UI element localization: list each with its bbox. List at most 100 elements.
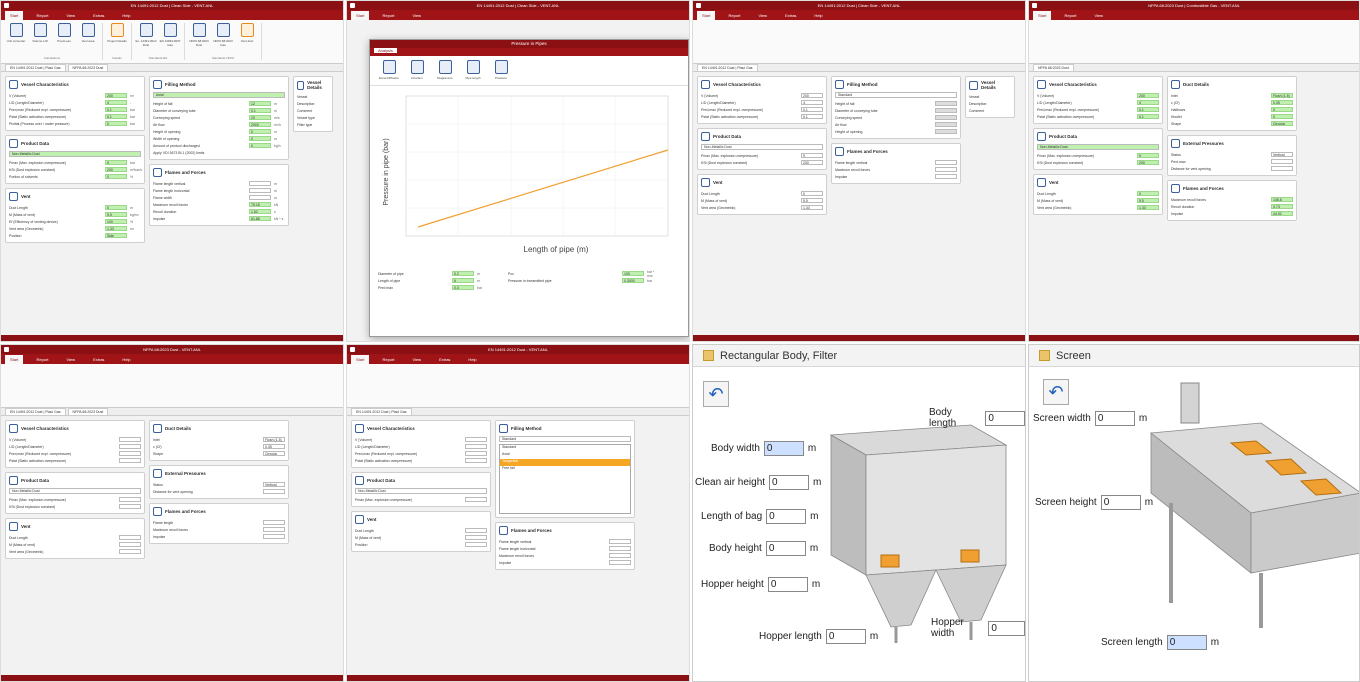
menu-view[interactable]: View	[1089, 11, 1108, 20]
screen-length-input[interactable]: 0	[1166, 635, 1207, 650]
duct-length-input[interactable]: 0	[801, 191, 823, 196]
mass-input[interactable]	[465, 535, 487, 540]
product-select[interactable]: Non-Metallic Dust	[9, 151, 141, 157]
hopper-length-input[interactable]: 0	[825, 629, 866, 644]
mass-input[interactable]: 5.5	[801, 198, 823, 203]
status-select[interactable]: Vertical	[263, 482, 285, 487]
fall-height-input[interactable]: 12	[249, 101, 271, 106]
kst-input[interactable]	[119, 504, 141, 509]
ld-input[interactable]: 4	[105, 100, 127, 105]
menu-start[interactable]: Start	[5, 355, 24, 364]
vent-area-button[interactable]: Vent area	[77, 23, 99, 43]
body-width-input[interactable]: 0	[763, 441, 804, 456]
product-select[interactable]: Non-Metallic Dust	[701, 144, 823, 150]
volume-input[interactable]	[119, 437, 141, 442]
tab-en14491[interactable]: EN 14491:2012 Dust | Plaul Gas	[697, 64, 758, 71]
filling-select[interactable]: Standard	[835, 92, 957, 98]
hopper-width-input[interactable]: 0	[988, 620, 1025, 636]
kbullet-input[interactable]: 0	[1271, 114, 1293, 119]
product-select[interactable]: Non-Metallic Dust	[1037, 144, 1159, 150]
air-flow-input[interactable]: 2000	[249, 122, 271, 127]
duct-length-input[interactable]	[119, 535, 141, 540]
tab-en14491[interactable]: EN 14491:2012 Dust | Plaul Gas	[351, 408, 412, 415]
vent-area-input[interactable]: 1.33	[105, 226, 127, 231]
screen-width-input[interactable]: 0	[1094, 411, 1135, 426]
clean-air-height-input[interactable]: 0	[769, 475, 810, 490]
position-select[interactable]	[465, 542, 487, 547]
dropdown-option-selected[interactable]: Tangential	[500, 459, 630, 466]
efficiency-input[interactable]: 100	[105, 219, 127, 224]
menu-help[interactable]: Help	[809, 11, 827, 20]
vent-duct-button[interactable]: Vent duct	[236, 23, 258, 47]
tube-diameter-input[interactable]: 0.1	[249, 108, 271, 113]
menu-extras[interactable]: Extras	[88, 11, 109, 20]
pstat-input[interactable]	[465, 458, 487, 463]
back-arrow-button[interactable]: ↶	[1043, 379, 1069, 405]
menu-view[interactable]: View	[61, 11, 80, 20]
opening-height-input[interactable]: 0	[249, 129, 271, 134]
pred-input[interactable]	[465, 451, 487, 456]
volume-input[interactable]: 200	[105, 93, 127, 98]
pinitial-input[interactable]: 0	[105, 121, 127, 126]
chart-button[interactable]: Diagramme	[434, 60, 456, 81]
dropdown-option[interactable]: Standard	[500, 445, 630, 452]
excel-export-button[interactable]: Excel-Diffusion	[378, 60, 400, 81]
tab-nfpa68[interactable]: NFPA 68:2023 Dust	[67, 408, 109, 415]
menu-report[interactable]: Report	[31, 355, 53, 364]
en14491-dust-button[interactable]: Ex. 14491:2012 Dust	[135, 23, 157, 47]
nfpa-dust-button[interactable]: NFPA 68:2023 Dust	[188, 23, 210, 47]
volume-button[interactable]: Volume L/D	[29, 23, 51, 43]
pmax-input[interactable]: 9	[1137, 153, 1159, 158]
pred-input[interactable]	[119, 451, 141, 456]
duct-length-input[interactable]: 0	[105, 205, 127, 210]
ld-input[interactable]	[119, 444, 141, 449]
vdi-checkbox-row[interactable]: Apply VDI 3673 Bl.1 (2002) limits	[153, 149, 285, 156]
pstat-input[interactable]: 0.1	[1137, 114, 1159, 119]
menu-view[interactable]: View	[407, 355, 426, 364]
filling-select[interactable]: Axial	[153, 92, 285, 98]
screen-height-input[interactable]: 0	[1100, 495, 1141, 510]
menu-help[interactable]: Help	[463, 355, 481, 364]
back-arrow-button[interactable]: ↶	[703, 381, 729, 407]
menu-report[interactable]: Report	[31, 11, 53, 20]
menu-start[interactable]: Start	[351, 11, 370, 20]
kst-input[interactable]: 200	[1137, 160, 1159, 165]
ld-input[interactable]	[465, 444, 487, 449]
filling-select[interactable]: Standard	[499, 436, 631, 442]
pred-loss-button[interactable]: Pred.Loss	[53, 23, 75, 43]
product-select[interactable]: Non-Metallic Dust	[9, 488, 141, 494]
vent-area-input[interactable]	[119, 549, 141, 554]
menu-report[interactable]: Report	[1059, 11, 1081, 20]
pmax-input[interactable]	[465, 497, 487, 502]
pstat-input[interactable]: 0.1	[801, 114, 823, 119]
menu-start[interactable]: Start	[351, 355, 370, 364]
menu-start[interactable]: Start	[697, 11, 716, 20]
duct-length-input[interactable]: 0	[1137, 191, 1159, 196]
solvents-input[interactable]: 0	[105, 174, 127, 179]
cf-input[interactable]: 0.35	[263, 444, 285, 449]
pipe-length-input[interactable]: 6	[452, 278, 474, 283]
opening-width-input[interactable]: 0	[249, 136, 271, 141]
pstat-input[interactable]	[119, 458, 141, 463]
ld-input[interactable]: 4	[801, 100, 823, 105]
volume-input[interactable]: 200	[1137, 93, 1159, 98]
kst-input[interactable]: 200	[801, 160, 823, 165]
conveying-speed-input[interactable]: 20	[249, 115, 271, 120]
ld-input[interactable]: 4	[1137, 100, 1159, 105]
menu-report[interactable]: Report	[723, 11, 745, 20]
discharge-input[interactable]: 0	[249, 143, 271, 148]
pred-input[interactable]: 0.1	[105, 107, 127, 112]
mass-input[interactable]: 5.5	[105, 212, 127, 217]
vent-area-input[interactable]: 1.33	[1137, 205, 1159, 210]
mass-input[interactable]: 5.5	[1137, 198, 1159, 203]
pmax-input[interactable]: 9	[105, 160, 127, 165]
body-height-input[interactable]: 0	[765, 541, 806, 556]
tab-nfpa68[interactable]: NFPA 68:2023 Dust	[67, 64, 109, 71]
pred-input[interactable]: 0.1	[801, 107, 823, 112]
tab-en14491[interactable]: EN 14491:2012 Dust | Plaul Gas	[5, 408, 66, 415]
menu-view[interactable]: View	[407, 11, 426, 20]
dropdown-option[interactable]: Axial	[500, 452, 630, 459]
pred-input[interactable]: 0.1	[1137, 107, 1159, 112]
pstat-input[interactable]: 0.1	[105, 114, 127, 119]
volume-input[interactable]: 200	[801, 93, 823, 98]
